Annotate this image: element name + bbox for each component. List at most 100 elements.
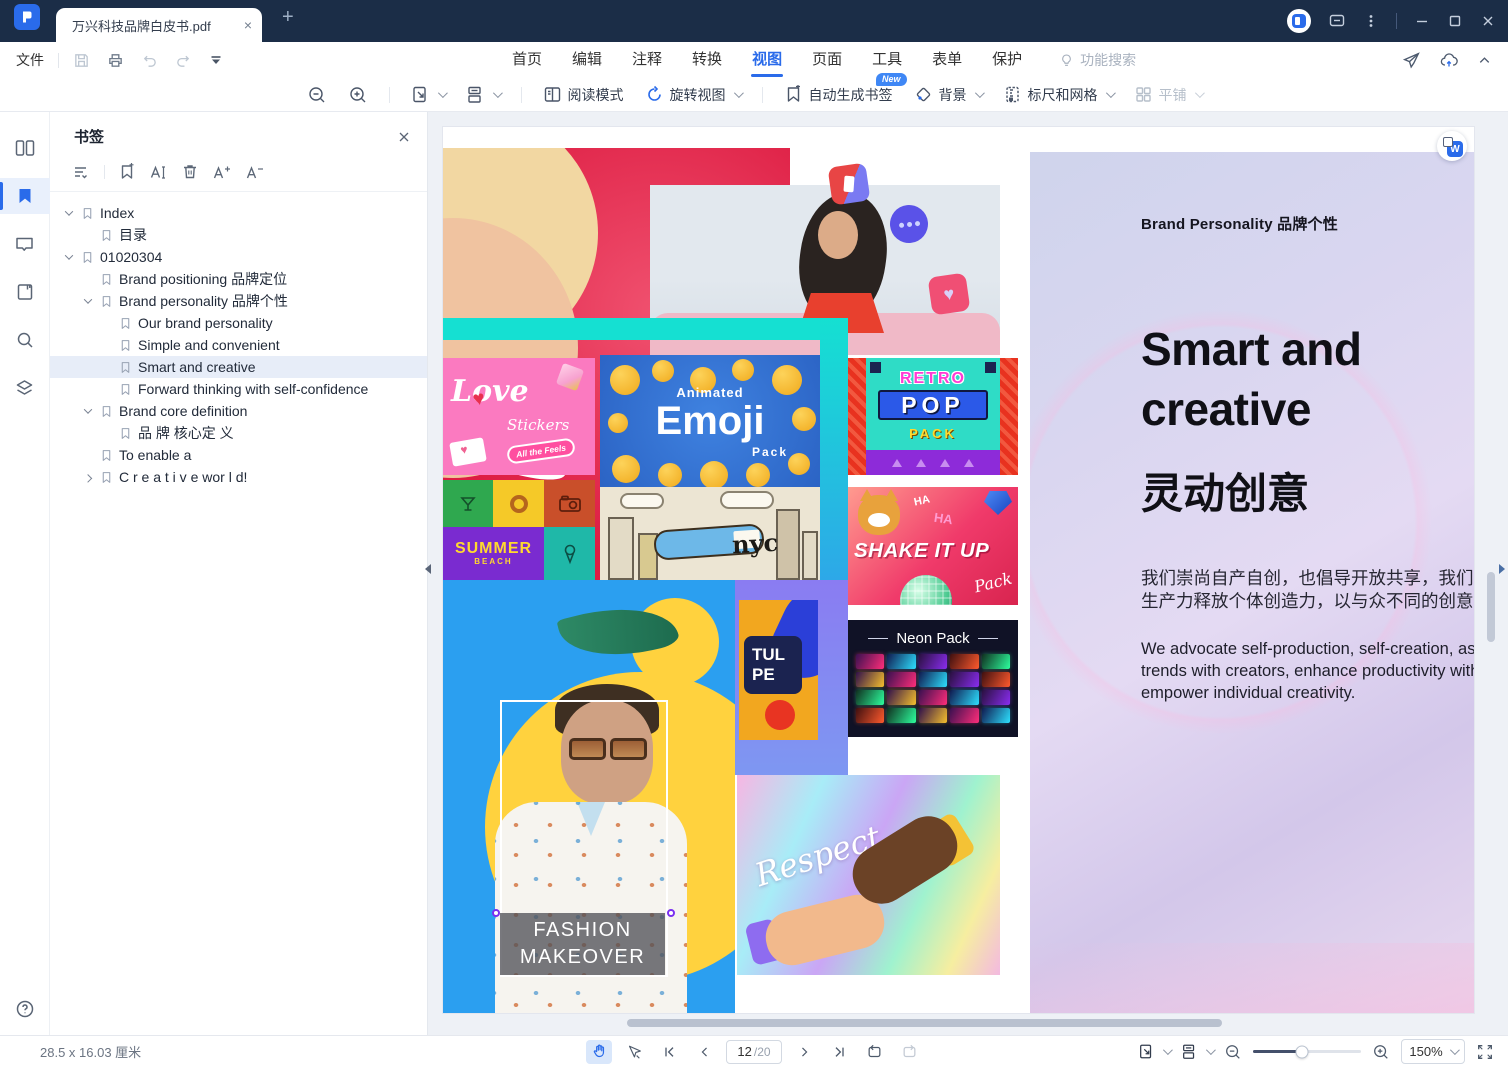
more-menu-icon[interactable] xyxy=(1363,13,1379,29)
first-page-button[interactable] xyxy=(656,1040,682,1064)
document-tab[interactable]: 万兴科技品牌白皮书.pdf × xyxy=(56,8,262,42)
previous-view-button[interactable] xyxy=(861,1040,887,1064)
share-icon[interactable] xyxy=(1402,51,1421,70)
collapse-toolbar-icon[interactable] xyxy=(209,53,223,67)
zoom-slider[interactable] xyxy=(1253,1050,1361,1053)
print-icon[interactable] xyxy=(107,52,124,69)
close-panel-icon[interactable] xyxy=(397,130,411,144)
menu-item-view[interactable]: 视图 xyxy=(737,42,797,78)
minimize-icon[interactable] xyxy=(1414,13,1430,29)
fit-page-dropdown-status[interactable] xyxy=(1138,1043,1170,1060)
bookmark-item-selected[interactable]: Smart and creative xyxy=(50,356,427,378)
undo-icon[interactable] xyxy=(141,52,158,69)
tile-dropdown[interactable]: 平铺 xyxy=(1134,85,1202,105)
zoom-level-dropdown[interactable]: 150% xyxy=(1401,1039,1465,1064)
bookmark-item[interactable]: Brand personality 品牌个性 xyxy=(50,290,427,312)
file-menu[interactable]: 文件 xyxy=(16,50,44,70)
heart-sticker: ♥ xyxy=(928,273,971,316)
bookmark-item[interactable]: Index xyxy=(50,202,427,224)
menu-item-convert[interactable]: 转换 xyxy=(677,42,737,78)
search-panel-icon[interactable] xyxy=(0,322,50,358)
previous-page-button[interactable] xyxy=(691,1040,717,1064)
maximize-icon[interactable] xyxy=(1447,13,1463,29)
sort-bookmarks-icon[interactable] xyxy=(72,164,91,181)
last-page-button[interactable] xyxy=(826,1040,852,1064)
help-icon[interactable] xyxy=(15,999,35,1019)
feature-search[interactable]: 功能搜索 xyxy=(1059,50,1136,70)
vertical-scrollbar[interactable] xyxy=(1487,572,1495,642)
zoom-slider-handle[interactable] xyxy=(1295,1045,1308,1058)
thumbnails-panel-icon[interactable] xyxy=(0,130,50,166)
menu-item-page[interactable]: 页面 xyxy=(797,42,857,78)
layers-panel-icon[interactable] xyxy=(0,370,50,406)
comments-panel-icon[interactable] xyxy=(0,226,50,262)
next-page-button[interactable] xyxy=(791,1040,817,1064)
selection-handle[interactable] xyxy=(667,909,675,917)
select-tool-button[interactable] xyxy=(621,1040,647,1064)
collapse-all-icon[interactable] xyxy=(245,164,265,181)
chevron-right-icon[interactable] xyxy=(81,470,95,484)
collapse-panel-arrow[interactable] xyxy=(425,564,431,574)
delete-bookmark-icon[interactable] xyxy=(181,163,199,181)
bookmark-item[interactable]: Brand positioning 品牌定位 xyxy=(50,268,427,290)
auto-bookmark-button[interactable]: 自动生成书签 New xyxy=(784,85,893,105)
page-layout-dropdown-status[interactable] xyxy=(1181,1043,1213,1060)
chevron-down-icon[interactable] xyxy=(62,206,76,220)
expand-all-icon[interactable] xyxy=(212,164,232,181)
close-icon[interactable] xyxy=(1480,13,1496,29)
bookmark-item[interactable]: Brand core definition xyxy=(50,400,427,422)
tab-title: 万兴科技品牌白皮书.pdf xyxy=(72,16,244,35)
rename-bookmark-icon[interactable] xyxy=(149,164,168,181)
bookmark-item[interactable]: 01020304 xyxy=(50,246,427,268)
rotate-view-dropdown[interactable]: 旋转视图 xyxy=(645,85,741,105)
collapse-ribbon-icon[interactable] xyxy=(1477,53,1492,68)
redo-icon[interactable] xyxy=(175,52,192,69)
tab-close-icon[interactable]: × xyxy=(244,18,252,32)
chevron-down-icon[interactable] xyxy=(81,404,95,418)
bookmark-item[interactable]: C r e a t i v e wor l d! xyxy=(50,466,427,488)
zoom-in-button[interactable] xyxy=(1372,1043,1390,1061)
bookmark-item[interactable]: Our brand personality xyxy=(50,312,427,334)
cloud-upload-icon[interactable] xyxy=(1439,51,1459,70)
fit-page-dropdown[interactable] xyxy=(411,85,445,104)
bookmark-item[interactable]: 目录 xyxy=(50,224,427,246)
chevron-down-icon[interactable] xyxy=(81,294,95,308)
menu-item-form[interactable]: 表单 xyxy=(917,42,977,78)
save-icon[interactable] xyxy=(73,52,90,69)
feedback-icon[interactable] xyxy=(1328,12,1346,30)
page-layout-dropdown[interactable] xyxy=(466,85,500,104)
bookmark-item[interactable]: To enable a xyxy=(50,444,427,466)
convert-to-word-button[interactable]: W xyxy=(1437,131,1467,161)
reading-mode-button[interactable]: 阅读模式 xyxy=(543,85,624,105)
zoom-out-icon[interactable] xyxy=(307,85,327,105)
menu-item-home[interactable]: 首页 xyxy=(497,42,557,78)
chevron-down-icon[interactable] xyxy=(62,250,76,264)
selection-handle[interactable] xyxy=(492,909,500,917)
ruler-grid-dropdown[interactable]: 标尺和网格 xyxy=(1003,85,1113,105)
horizontal-scrollbar[interactable] xyxy=(627,1019,1222,1027)
next-view-button[interactable] xyxy=(896,1040,922,1064)
text-section: Brand Personality 品牌个性 Smart and creativ… xyxy=(1030,152,1474,1013)
expand-right-arrow[interactable] xyxy=(1499,564,1505,574)
bookmark-item[interactable]: 品 牌 核心定 义 xyxy=(50,422,427,444)
background-dropdown[interactable]: 背景 xyxy=(914,85,982,105)
document-view[interactable]: ♥ Love ♥ Stickers All the Feels xyxy=(428,112,1508,1035)
fullscreen-button[interactable] xyxy=(1476,1043,1494,1061)
zoom-out-button[interactable] xyxy=(1224,1043,1242,1061)
menu-item-edit[interactable]: 编辑 xyxy=(557,42,617,78)
new-tab-button[interactable]: + xyxy=(282,7,294,27)
paragraph-en: We advocate self-production, self-creati… xyxy=(1141,638,1474,704)
hand-tool-button[interactable] xyxy=(586,1040,612,1064)
add-bookmark-icon[interactable] xyxy=(118,163,136,181)
bookmark-item[interactable]: Simple and convenient xyxy=(50,334,427,356)
ruler-grid-label: 标尺和网格 xyxy=(1028,85,1098,105)
bookmarks-panel-icon[interactable] xyxy=(0,178,50,214)
bookmark-icon xyxy=(99,229,113,242)
chevron-down-icon xyxy=(1105,88,1115,98)
attachments-panel-icon[interactable] xyxy=(0,274,50,310)
page-number-input[interactable]: 12 /20 xyxy=(726,1040,782,1064)
menu-item-comment[interactable]: 注释 xyxy=(617,42,677,78)
zoom-in-icon[interactable] xyxy=(348,85,368,105)
bookmark-item[interactable]: Forward thinking with self-confidence xyxy=(50,378,427,400)
menu-item-protect[interactable]: 保护 xyxy=(977,42,1037,78)
